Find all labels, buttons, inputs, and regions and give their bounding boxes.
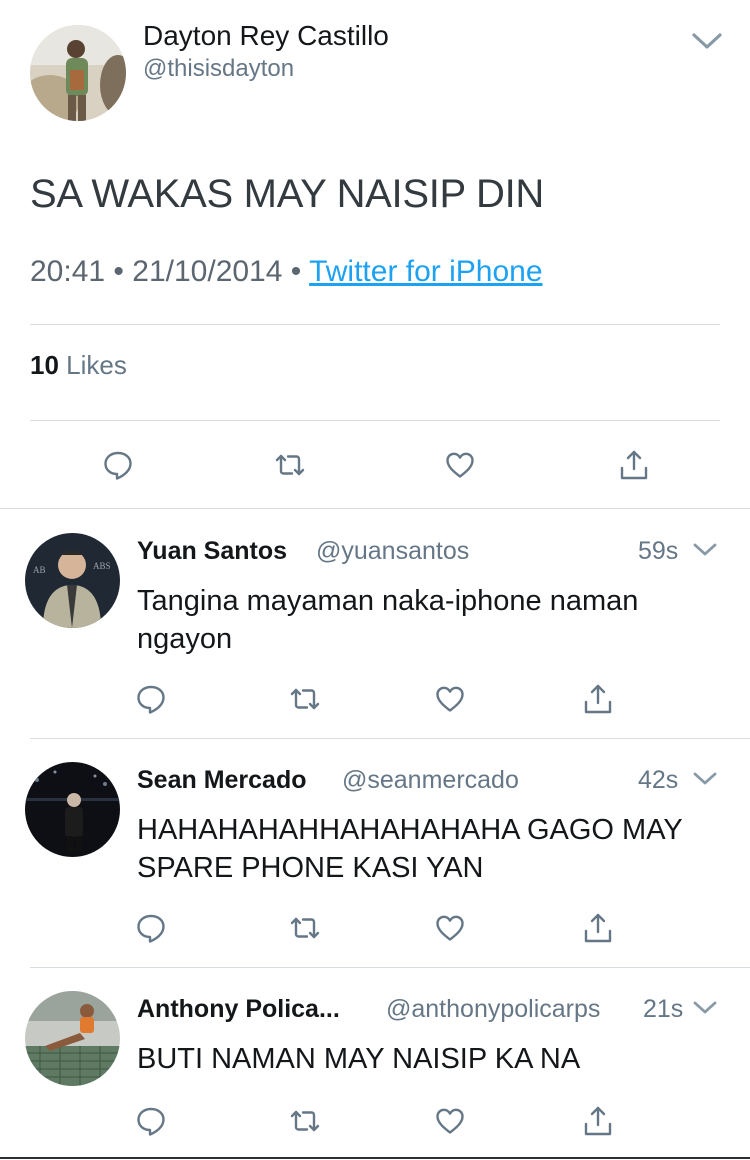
share-icon[interactable] [582, 912, 614, 944]
tweet-time: 20:41 [30, 255, 106, 288]
reply-author-name[interactable]: Anthony Polica... [137, 995, 340, 1024]
reply-author-handle[interactable]: @yuansantos [316, 537, 469, 566]
main-avatar[interactable] [30, 25, 126, 121]
likes-number: 10 [30, 350, 59, 380]
reply-timestamp: 21s [643, 995, 684, 1023]
reply-icon[interactable] [135, 683, 167, 715]
chevron-down-icon[interactable] [692, 541, 718, 563]
meta-separator: • [290, 255, 302, 288]
reply-avatar[interactable]: AB ABS [25, 533, 120, 628]
reply-timestamp: 59s [638, 537, 679, 565]
likes-count[interactable]: 10 Likes [30, 350, 127, 381]
svg-text:ABS: ABS [93, 561, 111, 571]
reply-author-handle[interactable]: @seanmercado [342, 766, 519, 795]
reply-text: Tangina mayaman naka-iphone naman ngayon [137, 585, 639, 655]
retweet-icon[interactable] [289, 912, 321, 944]
reply-avatar[interactable] [25, 991, 120, 1086]
divider [30, 967, 750, 968]
chevron-down-icon[interactable] [692, 770, 718, 792]
reply-icon[interactable] [102, 449, 134, 481]
retweet-icon[interactable] [274, 449, 306, 481]
like-icon[interactable] [434, 1105, 466, 1137]
reply-author-name[interactable]: Yuan Santos [137, 537, 287, 566]
reply-text: BUTI NAMAN MAY NAISIP KA NA [137, 1043, 581, 1075]
main-author-handle[interactable]: @thisisdayton [143, 55, 294, 83]
retweet-icon[interactable] [289, 683, 321, 715]
divider [30, 420, 720, 421]
like-icon[interactable] [444, 449, 476, 481]
reply-icon[interactable] [135, 1105, 167, 1137]
tweet-date: 21/10/2014 [132, 255, 283, 288]
reply-avatar[interactable] [25, 762, 120, 857]
main-tweet-text: SA WAKAS MAY NAISIP DIN [30, 172, 544, 216]
main-author-name[interactable]: Dayton Rey Castillo [143, 20, 389, 52]
reply-author-handle[interactable]: @anthonypolicarps [386, 995, 600, 1024]
like-icon[interactable] [434, 912, 466, 944]
likes-label: Likes [66, 350, 127, 380]
share-icon[interactable] [618, 449, 650, 481]
reply-timestamp: 42s [638, 766, 679, 794]
svg-text:AB: AB [33, 565, 46, 575]
share-icon[interactable] [582, 683, 614, 715]
divider [30, 738, 750, 739]
share-icon[interactable] [582, 1105, 614, 1137]
divider [30, 324, 720, 325]
like-icon[interactable] [434, 683, 466, 715]
retweet-icon[interactable] [289, 1105, 321, 1137]
reply-text: HAHAHAHAHHAHAHAHAHA GAGO MAY SPARE PHONE… [137, 814, 683, 884]
chevron-down-icon[interactable] [692, 999, 718, 1021]
chevron-down-icon[interactable] [690, 30, 724, 52]
tweet-meta: 20:41 • 21/10/2014 • Twitter for iPhone [30, 255, 543, 289]
reply-author-name[interactable]: Sean Mercado [137, 766, 307, 795]
reply-icon[interactable] [135, 912, 167, 944]
meta-separator: • [113, 255, 124, 288]
divider [0, 508, 750, 509]
tweet-source-link[interactable]: Twitter for iPhone [309, 255, 542, 288]
bottom-border [0, 1157, 750, 1159]
